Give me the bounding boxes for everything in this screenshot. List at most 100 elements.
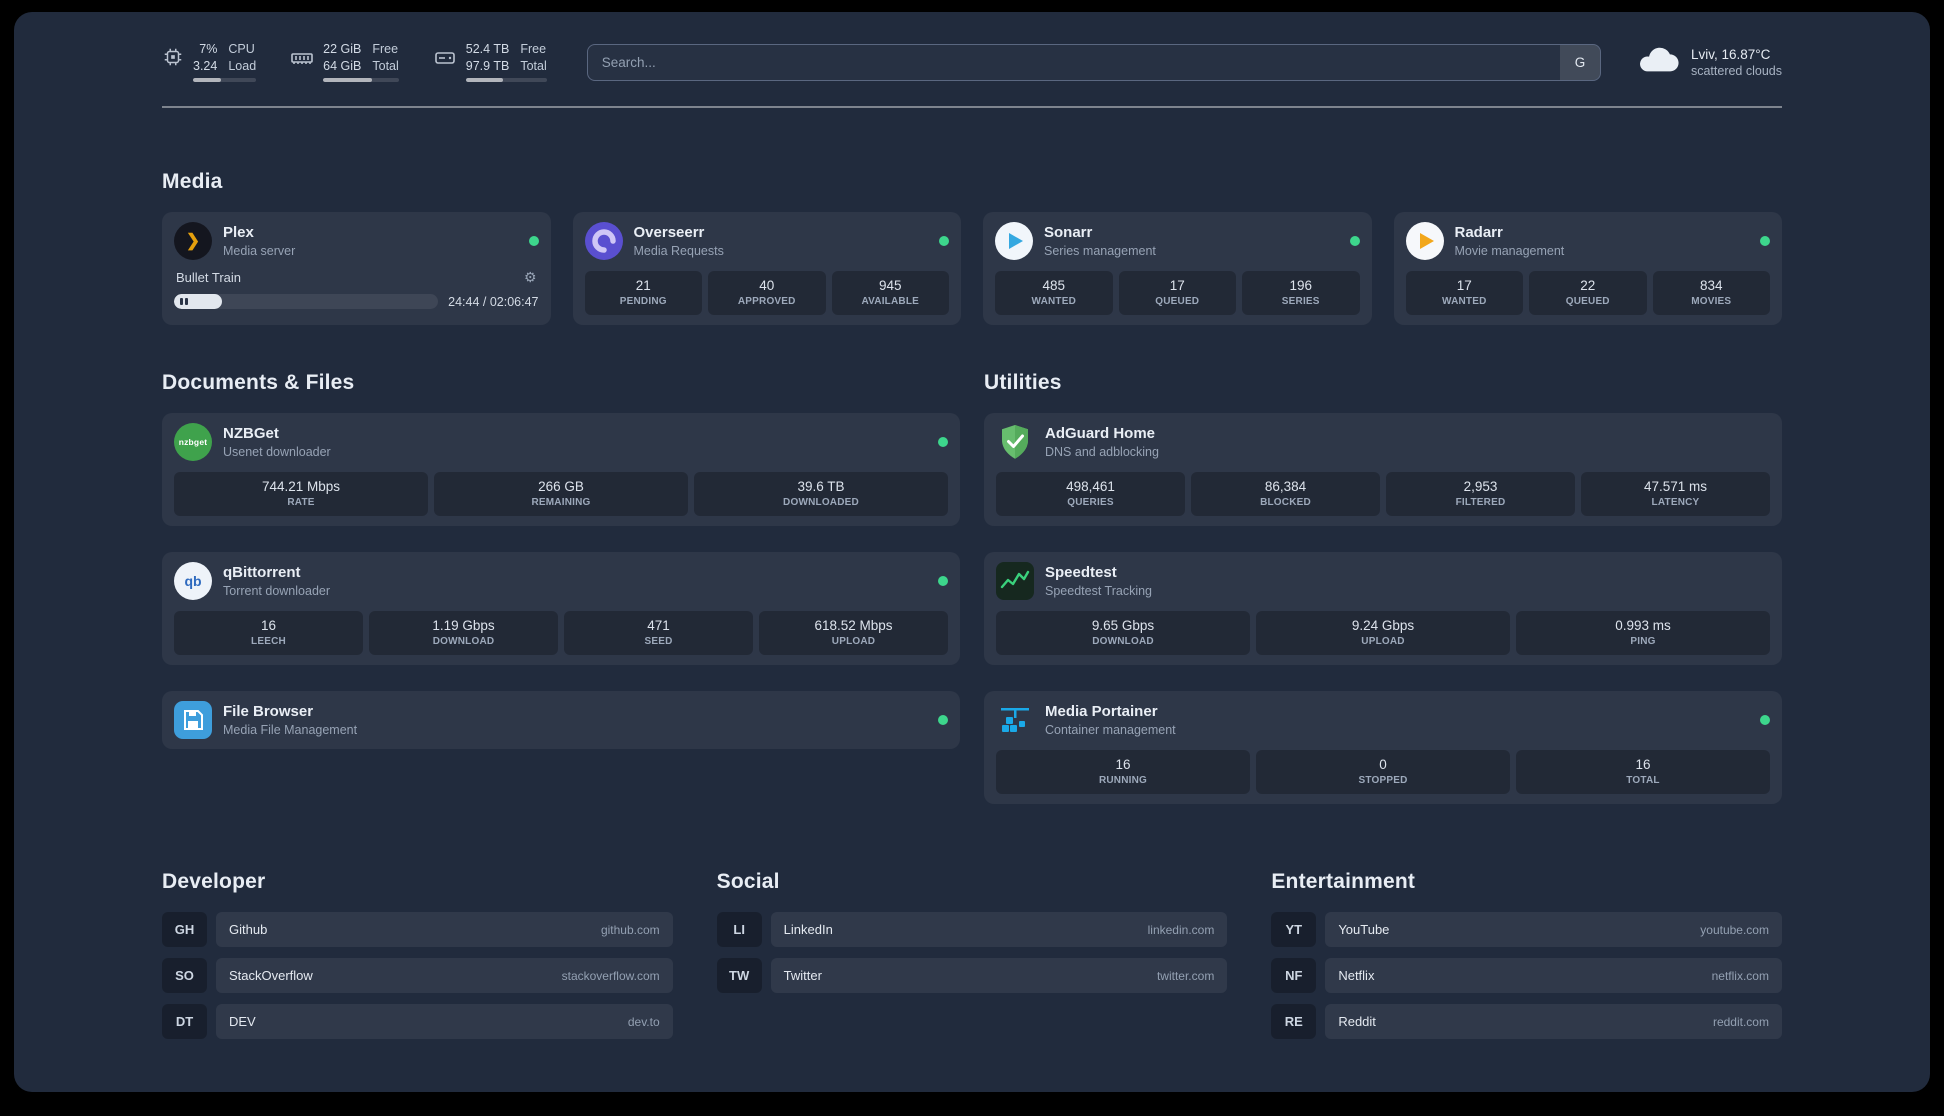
stat-tile: 9.24 Gbps UPLOAD [1256, 611, 1510, 655]
bookmark-abbr: YT [1271, 912, 1317, 947]
weather-location: Lviv, 16.87°C [1690, 46, 1771, 62]
bookmark-link[interactable]: Netflix netflix.com [1325, 958, 1782, 993]
plex-now-playing: Bullet Train ⚙ 24:44 / 02:06:47 [174, 269, 539, 309]
bookmark-abbr: RE [1271, 1004, 1317, 1039]
load-label: Load [228, 59, 257, 73]
bookmark-youtube[interactable]: YT YouTube youtube.com [1271, 912, 1782, 947]
stat-tile: 40 APPROVED [708, 271, 826, 315]
bookmark-linkedin[interactable]: LI LinkedIn linkedin.com [716, 912, 1228, 947]
stat-tile: 16 LEECH [174, 611, 363, 655]
bookmark-abbr: DT [162, 1004, 207, 1039]
app-card-speedtest[interactable]: Speedtest Speedtest Tracking 9.65 Gbps D… [984, 552, 1782, 665]
stat-tile: 17 QUEUED [1118, 271, 1236, 315]
disk-total-value: 97.9 TB [465, 59, 510, 73]
app-name: Media Portainer [1045, 703, 1158, 720]
stat-tile: 16 TOTAL [1516, 750, 1770, 794]
bookmark-link[interactable]: Reddit reddit.com [1325, 1004, 1782, 1039]
bookmark-link[interactable]: YouTube youtube.com [1325, 912, 1782, 947]
plex-icon: ❯ [174, 222, 212, 260]
stats-row: 9.65 Gbps DOWNLOAD 9.24 Gbps UPLOAD 0.99… [996, 611, 1770, 655]
app-desc: Series management [1044, 244, 1156, 258]
stat-tile: 485 WANTED [995, 271, 1113, 315]
app-name: Radarr [1454, 224, 1503, 241]
app-desc: Media File Management [223, 723, 358, 737]
disk-progress-bar [465, 78, 547, 82]
bookmark-twitter[interactable]: TW Twitter twitter.com [716, 958, 1228, 993]
playback-progress-bar[interactable] [174, 294, 439, 309]
gear-icon[interactable]: ⚙ [524, 269, 537, 286]
bookmark-abbr: LI [716, 912, 762, 947]
cpu-label: CPU [228, 42, 255, 56]
memory-free-label: Free [372, 42, 399, 56]
app-card-nzbget[interactable]: nzbget NZBGet Usenet downloader 744.21 M… [162, 413, 960, 526]
bookmark-link[interactable]: Github github.com [216, 912, 673, 947]
app-name: AdGuard Home [1045, 425, 1156, 442]
app-desc: Speedtest Tracking [1045, 584, 1153, 598]
app-name: Plex [223, 224, 254, 241]
section-title-entertainment: Entertainment [1271, 870, 1416, 893]
status-dot [528, 236, 539, 246]
disk-widget: 52.4 TB 97.9 TB Free Total [433, 42, 547, 82]
bookmark-link[interactable]: StackOverflow stackoverflow.com [216, 958, 673, 993]
memory-total-value: 64 GiB [323, 59, 362, 73]
app-desc: Container management [1045, 723, 1176, 737]
app-desc: Media server [223, 244, 296, 258]
bookmark-netflix[interactable]: NF Netflix netflix.com [1271, 958, 1782, 993]
app-card-portainer[interactable]: Media Portainer Container management 16 … [984, 691, 1782, 804]
stat-tile: 39.6 TB DOWNLOADED [694, 472, 948, 516]
app-desc: Movie management [1454, 244, 1565, 258]
stat-tile: 498,461 QUERIES [996, 472, 1185, 516]
portainer-icon [996, 701, 1034, 739]
now-playing-title: Bullet Train [176, 270, 242, 285]
app-card-overseerr[interactable]: Overseerr Media Requests 21 PENDING 40 A… [572, 212, 961, 325]
search-input[interactable] [587, 44, 1560, 80]
speedtest-icon [996, 562, 1034, 600]
bookmark-link[interactable]: Twitter twitter.com [770, 958, 1228, 993]
app-card-sonarr[interactable]: Sonarr Series management 485 WANTED 17 Q… [983, 212, 1372, 325]
stats-row: 744.21 Mbps RATE 266 GB REMAINING 39.6 T… [174, 472, 948, 516]
stat-tile: 86,384 BLOCKED [1191, 472, 1380, 516]
bookmarks: Developer GH Github github.com SO StackO… [162, 870, 1782, 1090]
memory-progress-bar [323, 78, 399, 82]
topbar-divider [162, 106, 1782, 108]
cpu-widget: 7% 3.24 CPU Load [162, 42, 257, 82]
app-card-plex[interactable]: ❯ Plex Media server Bullet Train ⚙ 24:44… [162, 212, 551, 325]
app-card-filebrowser[interactable]: File Browser Media File Management [162, 691, 960, 749]
stat-tile: 471 SEED [564, 611, 753, 655]
bookmark-github[interactable]: GH Github github.com [162, 912, 673, 947]
pause-icon[interactable] [180, 298, 188, 305]
app-card-qbittorrent[interactable]: qb qBittorrent Torrent downloader 16 LEE… [162, 552, 960, 665]
weather-widget: Lviv, 16.87°C scattered clouds [1637, 45, 1782, 80]
stat-tile: 47.571 ms LATENCY [1581, 472, 1770, 516]
radarr-icon [1405, 222, 1444, 260]
section-title-utilities: Utilities [984, 371, 1062, 394]
app-card-radarr[interactable]: Radarr Movie management 17 WANTED 22 QUE… [1393, 212, 1782, 325]
cpu-icon [162, 46, 184, 73]
app-name: qBittorrent [223, 564, 301, 581]
bookmark-link[interactable]: DEV dev.to [216, 1004, 673, 1039]
disk-free-value: 52.4 TB [465, 42, 510, 56]
filebrowser-icon [174, 701, 212, 739]
app-card-adguard[interactable]: AdGuard Home DNS and adblocking 498,461 … [984, 413, 1782, 526]
bookmark-stackoverflow[interactable]: SO StackOverflow stackoverflow.com [162, 958, 673, 993]
app-desc: Torrent downloader [223, 584, 331, 598]
stats-row: 17 WANTED 22 QUEUED 834 MOVIES [1405, 271, 1770, 315]
bookmark-dev[interactable]: DT DEV dev.to [162, 1004, 673, 1039]
cpu-load-value: 3.24 [193, 59, 218, 73]
cpu-progress-bar [193, 78, 257, 82]
stat-tile: 266 GB REMAINING [434, 472, 688, 516]
memory-icon [290, 46, 314, 75]
stat-tile: 1.19 Gbps DOWNLOAD [369, 611, 558, 655]
app-name: File Browser [223, 703, 314, 720]
status-dot [1760, 236, 1770, 246]
stat-tile: 945 AVAILABLE [831, 271, 949, 315]
stat-tile: 9.65 Gbps DOWNLOAD [996, 611, 1250, 655]
top-bar: 7% 3.24 CPU Load 22 GiB 64 GiB Free Tota… [162, 42, 1782, 82]
bookmark-group-social: Social LI LinkedIn linkedin.com TW Twitt… [716, 870, 1228, 1050]
bookmark-link[interactable]: LinkedIn linkedin.com [770, 912, 1228, 947]
bookmark-reddit[interactable]: RE Reddit reddit.com [1271, 1004, 1782, 1039]
section-documents: Documents & Files nzbget NZBGet Usenet d… [162, 371, 960, 804]
bookmark-group-entertainment: Entertainment YT YouTube youtube.com NF … [1271, 870, 1782, 1050]
search-provider-button[interactable]: G [1559, 44, 1600, 80]
app-name: NZBGet [223, 425, 279, 442]
